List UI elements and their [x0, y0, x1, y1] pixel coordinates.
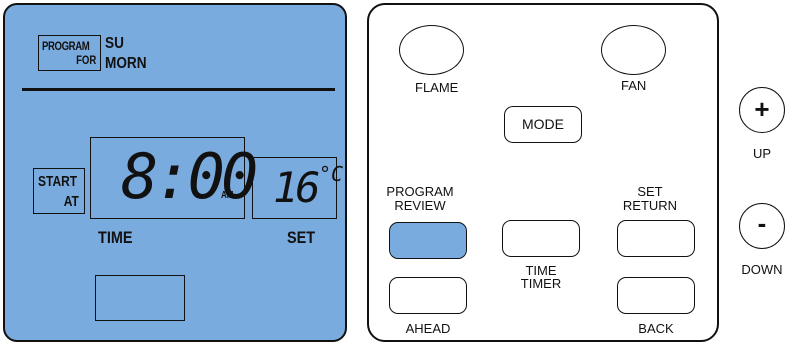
down-label: DOWN [741, 262, 783, 277]
lcd-divider [22, 88, 335, 91]
program-for-line1: PROGRAM [42, 39, 90, 53]
time-display: 8:00 AM [90, 137, 258, 219]
flame-button[interactable] [399, 25, 464, 75]
am-pm-indicator: AM [221, 190, 234, 201]
program-review-button[interactable] [389, 222, 467, 259]
mode-button[interactable]: MODE [504, 106, 582, 143]
up-label: UP [752, 146, 772, 161]
period-readout: MORN [105, 55, 147, 72]
back-label: BACK [638, 321, 674, 336]
time-digits: 8:00 [121, 140, 258, 213]
start-at-line1: START [38, 173, 78, 190]
time-timer-label-line2: TIMER [520, 276, 562, 291]
back-button[interactable] [617, 277, 695, 314]
flame-label: FLAME [415, 80, 459, 95]
down-button[interactable]: - [739, 203, 785, 249]
start-at-indicator: START AT [33, 168, 85, 214]
program-for-indicator: PROGRAM FOR [38, 35, 101, 71]
set-return-label-line2: RETURN [622, 198, 678, 213]
program-review-label-line2: REVIEW [394, 198, 446, 213]
blank-indicator-box [95, 275, 185, 321]
program-review-label-line1: PROGRAM [386, 184, 454, 199]
fan-label: FAN [621, 78, 647, 93]
start-at-line2: AT [63, 193, 79, 210]
button-panel: FLAME FAN MODE PROGRAM REVIEW SET RETURN… [367, 3, 719, 342]
set-return-button[interactable] [617, 220, 695, 257]
set-return-label-line1: SET [637, 184, 663, 199]
temperature-digits: 16 [273, 163, 321, 212]
plus-icon: + [754, 94, 770, 124]
mode-label: MODE [522, 116, 564, 132]
fan-button[interactable] [601, 25, 666, 75]
time-timer-button[interactable] [502, 220, 580, 257]
set-label: SET [287, 228, 316, 247]
minus-icon: - [757, 208, 767, 238]
program-for-line2: FOR [75, 53, 96, 67]
time-label: TIME [98, 228, 133, 247]
ahead-label: AHEAD [405, 321, 451, 336]
temperature-display: 16 °C [252, 157, 343, 219]
temperature-unit: °C [319, 162, 344, 186]
day-readout: SU [105, 35, 124, 52]
up-button[interactable]: + [739, 87, 785, 133]
ahead-button[interactable] [389, 277, 467, 314]
lcd-display: PROGRAM FOR SU MORN START AT 8:00 AM 16 … [3, 3, 347, 342]
